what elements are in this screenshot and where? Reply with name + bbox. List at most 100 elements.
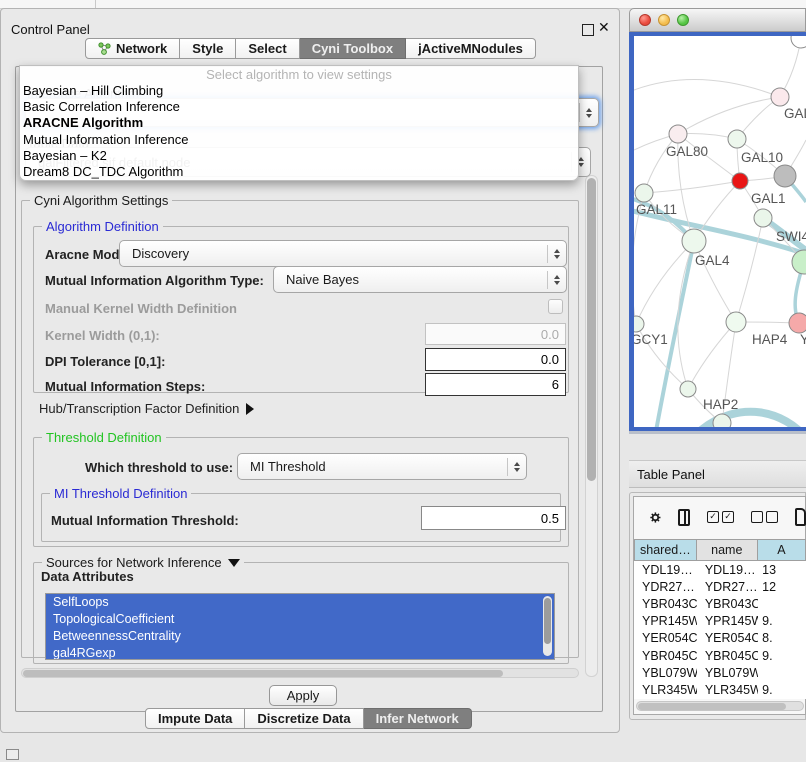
algorithm-option[interactable]: Mutual Information Inference: [20, 132, 578, 148]
kernel-width-field[interactable]: [425, 323, 566, 345]
network-node[interactable]: [792, 250, 806, 274]
algorithm-option[interactable]: Bayesian – K2: [20, 148, 578, 164]
sources-group-title-wrap[interactable]: Sources for Network Inference: [42, 555, 244, 570]
list-scrollbar-thumb[interactable]: [544, 598, 551, 644]
tab-impute-data[interactable]: Impute Data: [145, 708, 245, 729]
table-cell: YER054C: [634, 631, 697, 645]
float-window-button[interactable]: [582, 24, 594, 36]
hub-definition-label: Hub/Transcription Factor Definition: [39, 401, 239, 416]
table-horizontal-scrollbar-thumb[interactable]: [638, 703, 786, 710]
network-node[interactable]: [726, 312, 746, 332]
column-header-a[interactable]: A: [758, 539, 806, 561]
algorithm-option[interactable]: Dream8 DC_TDC Algorithm: [20, 164, 578, 180]
mi-threshold-label: Mutual Information Threshold:: [51, 513, 239, 528]
table-row[interactable]: YBR045CYBR045C9.: [634, 647, 806, 664]
node-label: GAL4: [695, 253, 730, 268]
close-panel-button[interactable]: ✕: [598, 19, 610, 36]
table-row[interactable]: YLR345WYLR345W9.: [634, 681, 806, 698]
tab-style[interactable]: Style: [180, 38, 236, 59]
table-row[interactable]: YDL19…YDL19…13: [634, 561, 806, 578]
network-edge[interactable]: [634, 80, 780, 97]
new-table-icon[interactable]: [795, 508, 806, 526]
network-node[interactable]: [728, 130, 746, 148]
data-attribute-item[interactable]: BetweennessCentrality: [46, 628, 554, 645]
node-label: GAL7: [784, 106, 806, 121]
close-window-icon[interactable]: [639, 14, 651, 26]
network-icon: [98, 42, 111, 55]
network-window-titlebar[interactable]: [629, 8, 806, 32]
apply-button[interactable]: Apply: [269, 685, 337, 706]
data-attribute-item[interactable]: gal4RGexp: [46, 645, 554, 660]
tab-infer-network[interactable]: Infer Network: [364, 708, 472, 729]
minimize-window-icon[interactable]: [658, 14, 670, 26]
kernel-width-label: Kernel Width (0,1):: [45, 328, 160, 343]
settings-horizontal-scrollbar-thumb[interactable]: [23, 670, 503, 677]
network-node[interactable]: [789, 313, 806, 333]
network-node[interactable]: [635, 184, 653, 202]
algorithm-option[interactable]: Bayesian – Hill Climbing: [20, 83, 578, 99]
table-row[interactable]: YPR145WYPR145W9.: [634, 613, 806, 630]
unselect-all-columns-icon[interactable]: [751, 511, 778, 523]
tab-jactivemnodules[interactable]: jActiveMNodules: [406, 38, 536, 59]
table-row[interactable]: YBL079WYBL079W: [634, 664, 806, 681]
algorithm-dropdown-popup: Select algorithm to view settings Bayesi…: [19, 65, 579, 181]
network-node[interactable]: [680, 381, 696, 397]
table-row[interactable]: YBR043CYBR043C: [634, 595, 806, 612]
table-cell: 9.: [758, 683, 806, 697]
node-label: Y: [800, 332, 806, 347]
table-cell: YPR145W: [697, 614, 758, 628]
network-canvas[interactable]: GAL7GAL80GAL10GAL1GAL11SWI4GAL4GCY1HAP4Y…: [634, 36, 806, 427]
gear-icon[interactable]: [650, 509, 661, 526]
network-node[interactable]: [774, 165, 796, 187]
mi-threshold-field[interactable]: [421, 506, 566, 530]
tab-cyni-toolbox[interactable]: Cyni Toolbox: [300, 38, 406, 59]
collapsed-panel-icon[interactable]: [6, 749, 19, 760]
select-all-columns-icon[interactable]: ✓ ✓: [707, 511, 734, 523]
sources-group-title: Sources for Network Inference: [46, 555, 222, 570]
network-edge[interactable]: [678, 97, 780, 134]
network-edge[interactable]: [688, 322, 736, 389]
algorithm-definition-title: Algorithm Definition: [42, 219, 163, 234]
table-row[interactable]: YIL052CYIL052C0.: [634, 699, 806, 700]
manual-kernel-checkbox[interactable]: [548, 299, 563, 314]
network-node[interactable]: [791, 36, 806, 48]
algorithm-option[interactable]: ARACNE Algorithm: [20, 115, 578, 131]
settings-vertical-scrollbar-thumb[interactable]: [587, 178, 596, 481]
node-label: GAL11: [636, 202, 677, 217]
which-threshold-label: Which threshold to use:: [85, 460, 233, 475]
network-node[interactable]: [771, 88, 789, 106]
network-node[interactable]: [713, 414, 731, 427]
data-attribute-item[interactable]: TopologicalCoefficient: [46, 611, 554, 628]
zoom-window-icon[interactable]: [677, 14, 689, 26]
node-label: GCY1: [634, 332, 668, 347]
network-edge[interactable]: [644, 134, 678, 193]
data-attributes-list[interactable]: SelfLoopsTopologicalCoefficientBetweenne…: [45, 593, 555, 660]
tab-label: jActiveMNodules: [418, 41, 523, 56]
table-cell: YER054C: [697, 631, 758, 645]
table-row[interactable]: YER054CYER054C8.: [634, 630, 806, 647]
column-header-name[interactable]: name: [697, 539, 758, 561]
table-header-row: shared…nameA: [634, 539, 806, 561]
tab-select[interactable]: Select: [236, 38, 299, 59]
tab-network[interactable]: Network: [85, 38, 180, 59]
table-panel-toolbar: ✓ ✓: [633, 496, 806, 538]
tab-discretize-data[interactable]: Discretize Data: [245, 708, 363, 729]
column-header-shared[interactable]: shared…: [634, 539, 697, 561]
mi-type-combobox[interactable]: Naive Bayes: [273, 266, 567, 293]
network-node[interactable]: [634, 316, 644, 332]
network-node[interactable]: [732, 173, 748, 189]
data-attribute-item[interactable]: SelfLoops: [46, 594, 554, 611]
which-threshold-combobox[interactable]: MI Threshold: [237, 453, 527, 480]
hub-definition-disclosure[interactable]: Hub/Transcription Factor Definition: [39, 401, 254, 416]
network-edge[interactable]: [644, 181, 740, 193]
table-row[interactable]: YDR27…YDR27…12: [634, 578, 806, 595]
network-node[interactable]: [682, 229, 706, 253]
mi-steps-field[interactable]: [425, 373, 566, 396]
table-cell: YLR345W: [697, 683, 758, 697]
network-node[interactable]: [669, 125, 687, 143]
dpi-tolerance-field[interactable]: [425, 348, 566, 371]
algorithm-option[interactable]: Basic Correlation Inference: [20, 99, 578, 115]
aracne-mode-combobox[interactable]: Discovery: [119, 240, 567, 267]
network-node[interactable]: [754, 209, 772, 227]
show-columns-icon[interactable]: [678, 509, 690, 526]
